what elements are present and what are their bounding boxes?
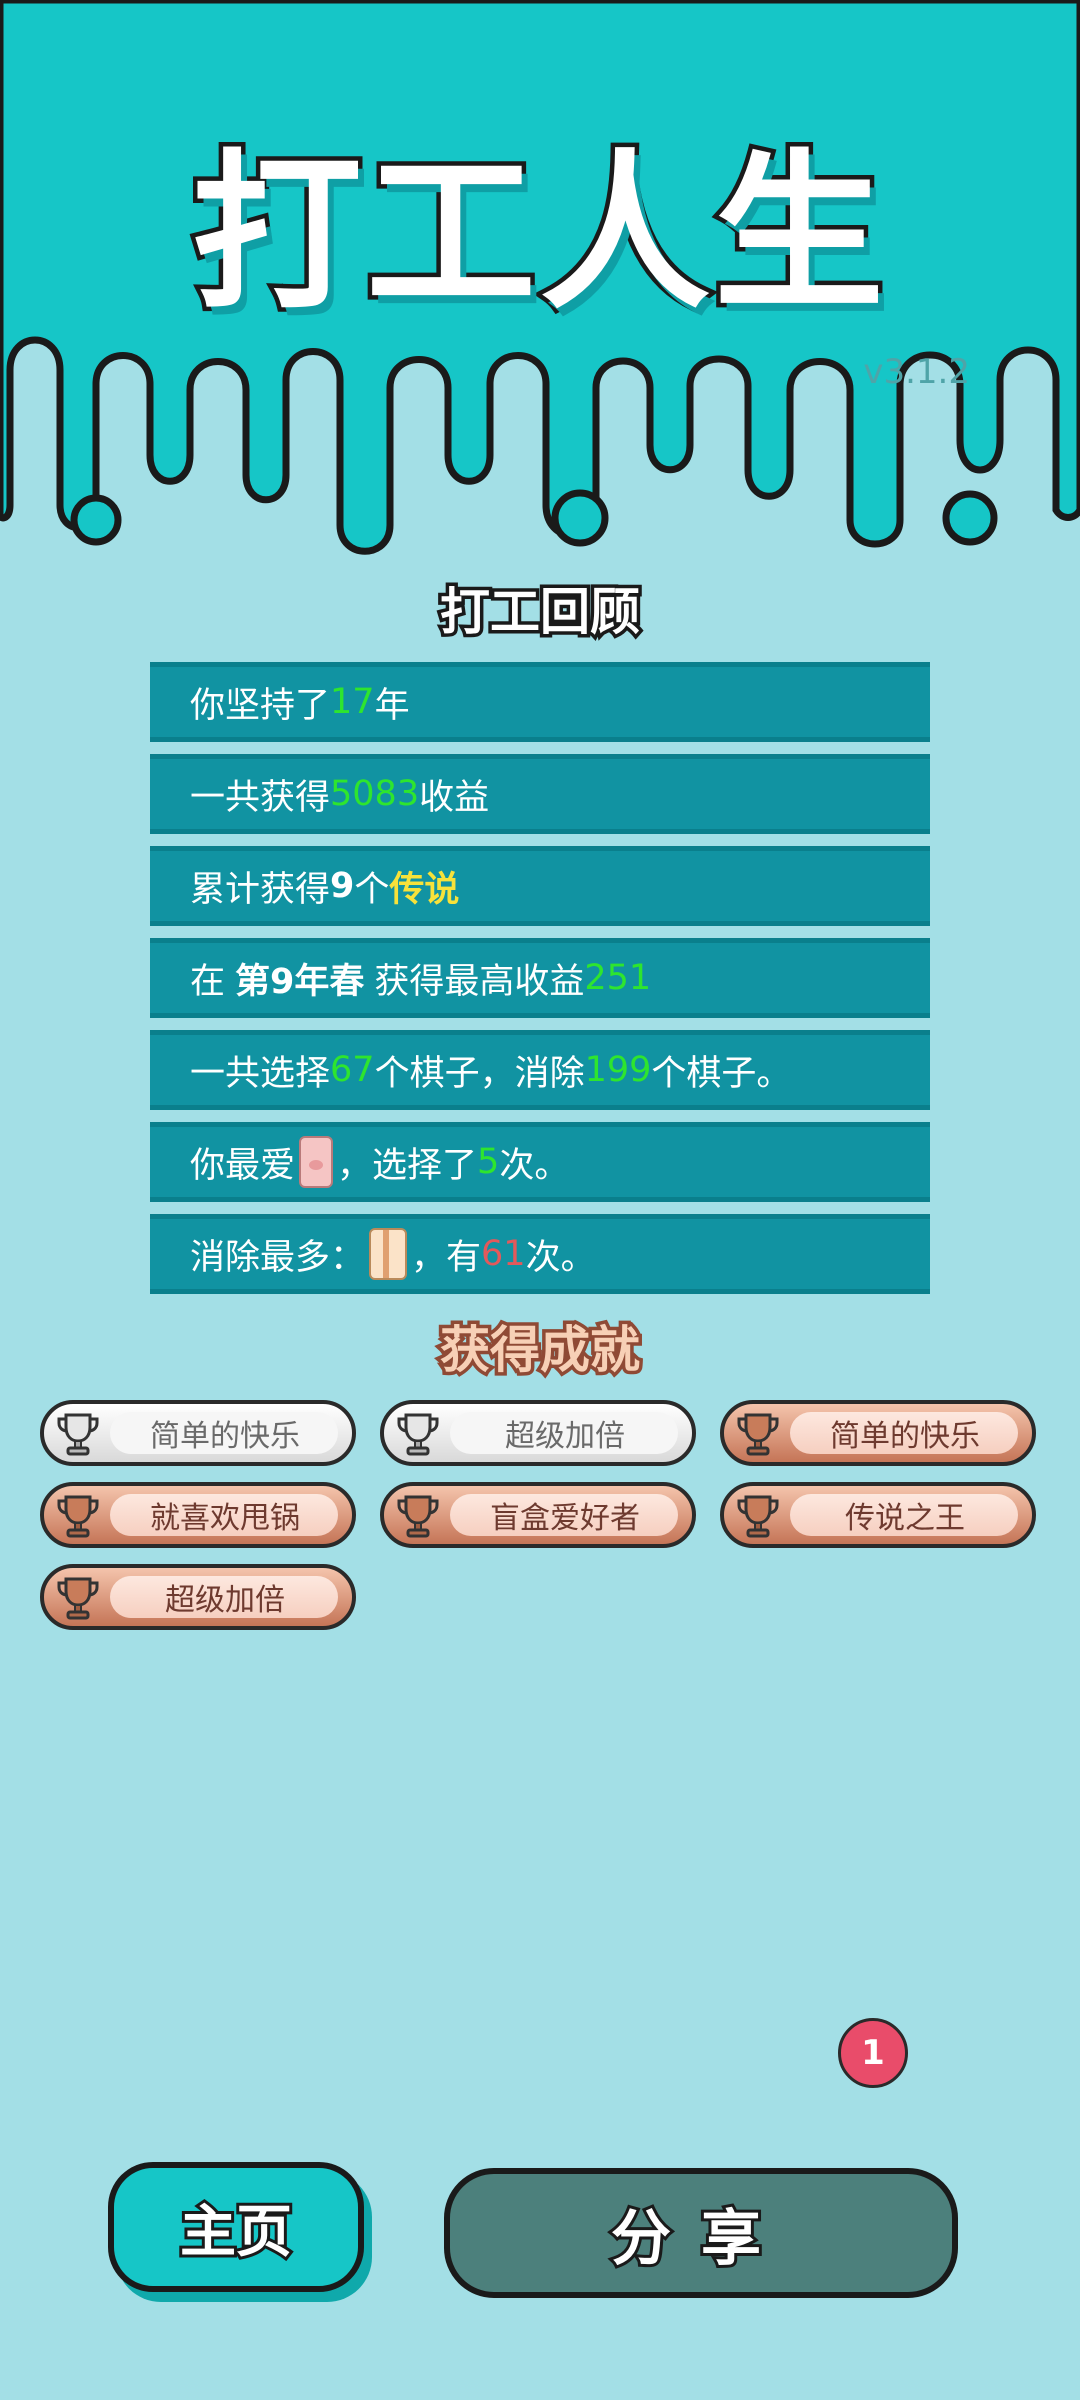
stat-legend: 累计获得 9 个传说 — [150, 846, 930, 926]
header: 打工人生 v3.1.2 — [0, 0, 1080, 560]
favorite-value: 5 — [477, 1142, 500, 1182]
achievement-badge[interactable]: 盲盒爱好者 — [380, 1482, 696, 1548]
achievement-badge[interactable]: 简单的快乐 — [720, 1400, 1036, 1466]
review-stats: 你坚持了 17 年 一共获得 5083 收益 累计获得 9 个传说 在第9年春 获得最高收益 2… — [150, 662, 930, 1306]
achievement-badge[interactable]: 简单的快乐 — [40, 1400, 356, 1466]
notification-badge[interactable]: 1 — [838, 2018, 908, 2088]
legend-count: 9 — [330, 866, 355, 906]
achievement-badge[interactable]: 就喜欢甩锅 — [40, 1482, 356, 1548]
stat-income: 一共获得 5083 收益 — [150, 754, 930, 834]
trophy-icon — [737, 1495, 779, 1538]
box-icon — [369, 1228, 408, 1280]
game-title: 打工人生 — [187, 131, 888, 338]
pig-icon — [299, 1136, 334, 1188]
stat-most-removed: 消除最多： ，有 61 次。 — [150, 1214, 930, 1294]
years-value: 17 — [330, 682, 375, 722]
stat-favorite: 你最爱 ，选择了 5 次。 — [150, 1122, 930, 1202]
achievement-badge[interactable]: 超级加倍 — [380, 1400, 696, 1466]
most-removed-value: 61 — [481, 1234, 526, 1274]
stat-best-season: 在第9年春 获得最高收益 251 — [150, 938, 930, 1018]
trophy-icon — [57, 1413, 99, 1456]
best-season: 第9年春 — [235, 961, 365, 1002]
version-label: v3.1.2 — [863, 352, 970, 392]
trophy-icon — [397, 1413, 439, 1456]
trophy-icon — [57, 1577, 99, 1620]
income-value: 5083 — [330, 774, 420, 814]
home-button[interactable]: 主页 — [108, 2162, 364, 2292]
pieces-removed: 199 — [584, 1050, 652, 1090]
best-value: 251 — [584, 958, 652, 998]
trophy-icon — [57, 1495, 99, 1538]
achievement-badge[interactable]: 超级加倍 — [40, 1564, 356, 1630]
trophy-icon — [397, 1495, 439, 1538]
trophy-icon — [737, 1413, 779, 1456]
share-button[interactable]: 分享 — [444, 2168, 958, 2298]
review-title: 打工回顾 — [437, 580, 644, 645]
stat-years: 你坚持了 17 年 — [150, 662, 930, 742]
pieces-chosen: 67 — [330, 1050, 375, 1090]
legend-word: 传说 — [389, 869, 460, 910]
achievements-title: 获得成就 — [437, 1318, 644, 1383]
stat-pieces: 一共选择 67 个棋子，消除 199 个棋子。 — [150, 1030, 930, 1110]
achievement-badge[interactable]: 传说之王 — [720, 1482, 1036, 1548]
